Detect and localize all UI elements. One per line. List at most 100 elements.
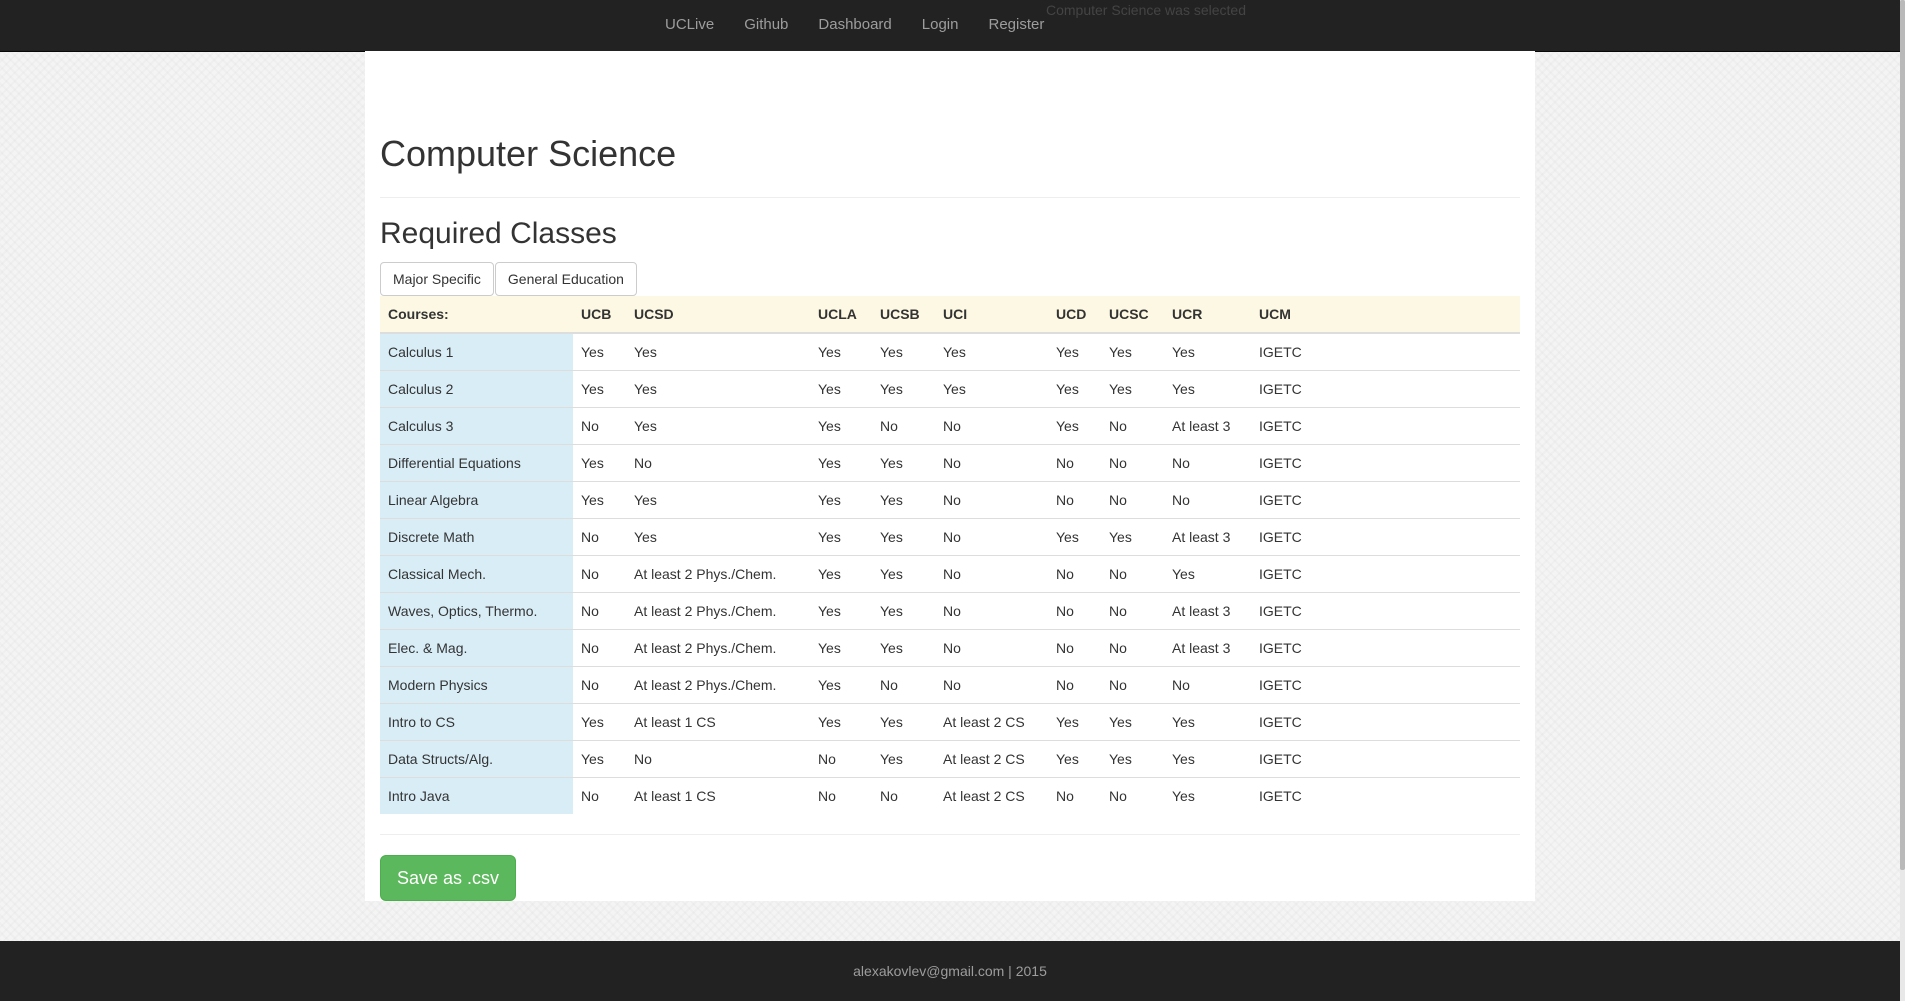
requirement-cell: At least 1 CS <box>626 777 810 814</box>
requirement-cell: Yes <box>1048 740 1101 778</box>
footer-text: alexakovlev@gmail.com | 2015 <box>853 963 1047 979</box>
requirement-cell: Yes <box>1164 740 1251 778</box>
requirement-cell: Yes <box>810 407 872 445</box>
requirement-cell: No <box>1048 481 1101 519</box>
requirement-cell: No <box>935 407 1048 445</box>
requirement-cell: IGETC <box>1251 518 1520 556</box>
tab-general-education[interactable]: General Education <box>494 262 637 296</box>
requirement-cell: No <box>1164 481 1251 519</box>
requirement-cell: IGETC <box>1251 370 1520 408</box>
requirement-cell: Yes <box>1164 703 1251 741</box>
requirement-cell: Yes <box>1048 370 1101 408</box>
course-name-cell: Intro to CS <box>380 703 573 741</box>
requirement-cell: Yes <box>573 444 626 482</box>
requirement-cell: Yes <box>810 518 872 556</box>
requirement-cell: At least 3 <box>1164 629 1251 667</box>
table-row: Linear Algebra Yes Yes Yes Yes No No No No IGETC <box>380 481 1520 519</box>
section-title: Required Classes <box>380 217 617 250</box>
course-name-cell: Calculus 3 <box>380 407 573 445</box>
requirement-cell: No <box>626 740 810 778</box>
save-csv-button[interactable]: Save as .csv <box>380 855 516 901</box>
table-row: Data Structs/Alg. Yes No No Yes At least 2 CS… <box>380 740 1520 778</box>
requirement-cell: No <box>935 444 1048 482</box>
requirement-cell: At least 2 Phys./Chem. <box>626 666 810 704</box>
requirement-cell: Yes <box>872 444 935 482</box>
requirement-cell: No <box>1048 629 1101 667</box>
nav-link-uclive[interactable]: UCLive <box>650 0 729 51</box>
requirement-cell: IGETC <box>1251 740 1520 778</box>
requirement-cell: No <box>935 555 1048 593</box>
requirement-cell: IGETC <box>1251 592 1520 630</box>
requirement-cell: At least 2 Phys./Chem. <box>626 555 810 593</box>
table-row: Differential Equations Yes No Yes Yes No No No N… <box>380 444 1520 482</box>
requirement-cell: No <box>573 407 626 445</box>
requirement-cell: Yes <box>626 332 810 371</box>
requirement-cell: No <box>1101 777 1164 814</box>
requirement-cell: No <box>573 666 626 704</box>
requirement-cell: Yes <box>810 481 872 519</box>
scrollbar-thumb[interactable] <box>1900 0 1905 870</box>
requirement-cell: Yes <box>935 370 1048 408</box>
requirement-cell: Yes <box>872 555 935 593</box>
requirement-cell: Yes <box>1101 332 1164 371</box>
requirement-cell: Yes <box>1101 518 1164 556</box>
selection-toast: Computer Science was selected <box>1046 2 1246 18</box>
requirement-cell: Yes <box>872 629 935 667</box>
page-scrollbar[interactable] <box>1900 0 1905 1001</box>
requirement-cell: No <box>626 444 810 482</box>
requirement-tabs: Major Specific General Education <box>380 262 638 296</box>
requirement-cell: Yes <box>872 740 935 778</box>
table-row: Calculus 2 Yes Yes Yes Yes Yes Yes Yes Yes IGETC <box>380 370 1520 408</box>
course-name-cell: Intro Java <box>380 777 573 814</box>
requirement-cell: Yes <box>935 332 1048 371</box>
requirement-cell: No <box>935 592 1048 630</box>
table-row: Calculus 3 No Yes Yes No No Yes No At least 3 IGE… <box>380 407 1520 445</box>
requirement-cell: Yes <box>573 740 626 778</box>
requirement-cell: No <box>1048 555 1101 593</box>
course-name-cell: Calculus 2 <box>380 370 573 408</box>
table-header-row: Courses: UCB UCSD UCLA UCSB UCI UCD UCSC UCR UCM <box>380 296 1520 334</box>
nav-link-dashboard[interactable]: Dashboard <box>803 0 906 51</box>
column-header-ucb: UCB <box>573 296 626 334</box>
requirement-cell: IGETC <box>1251 481 1520 519</box>
requirement-cell: Yes <box>626 481 810 519</box>
column-header-ucsd: UCSD <box>626 296 810 334</box>
requirement-cell: No <box>1164 666 1251 704</box>
requirement-cell: Yes <box>810 444 872 482</box>
title-divider <box>380 197 1520 198</box>
requirement-cell: At least 1 CS <box>626 703 810 741</box>
main-container: Computer Science Required Classes Major … <box>365 51 1535 901</box>
requirement-cell: IGETC <box>1251 555 1520 593</box>
requirement-cell: At least 3 <box>1164 592 1251 630</box>
column-header-uci: UCI <box>935 296 1048 334</box>
requirement-cell: No <box>573 592 626 630</box>
requirement-cell: Yes <box>810 629 872 667</box>
requirement-cell: No <box>935 629 1048 667</box>
requirement-cell: No <box>573 555 626 593</box>
requirement-cell: No <box>573 777 626 814</box>
requirement-cell: Yes <box>1101 703 1164 741</box>
nav-link-github[interactable]: Github <box>729 0 803 51</box>
top-navbar: UCLive Github Dashboard Login Register C… <box>0 0 1900 52</box>
requirement-cell: At least 2 CS <box>935 777 1048 814</box>
requirement-cell: No <box>1101 444 1164 482</box>
requirement-cell: No <box>935 481 1048 519</box>
requirement-cell: No <box>1164 444 1251 482</box>
requirement-cell: No <box>1101 407 1164 445</box>
requirement-cell: Yes <box>1048 332 1101 371</box>
course-name-cell: Classical Mech. <box>380 555 573 593</box>
requirement-cell: Yes <box>872 703 935 741</box>
table-row: Discrete Math No Yes Yes Yes No Yes Yes At least… <box>380 518 1520 556</box>
course-name-cell: Discrete Math <box>380 518 573 556</box>
requirement-cell: IGETC <box>1251 666 1520 704</box>
footer: alexakovlev@gmail.com | 2015 <box>0 941 1900 1001</box>
column-header-ucd: UCD <box>1048 296 1101 334</box>
requirement-cell: No <box>935 666 1048 704</box>
tab-major-specific[interactable]: Major Specific <box>380 262 494 296</box>
requirement-cell: Yes <box>626 407 810 445</box>
requirement-cell: No <box>1101 481 1164 519</box>
nav-link-login[interactable]: Login <box>907 0 974 51</box>
requirement-cell: Yes <box>626 518 810 556</box>
requirement-cell: At least 3 <box>1164 518 1251 556</box>
requirement-cell: Yes <box>1164 555 1251 593</box>
